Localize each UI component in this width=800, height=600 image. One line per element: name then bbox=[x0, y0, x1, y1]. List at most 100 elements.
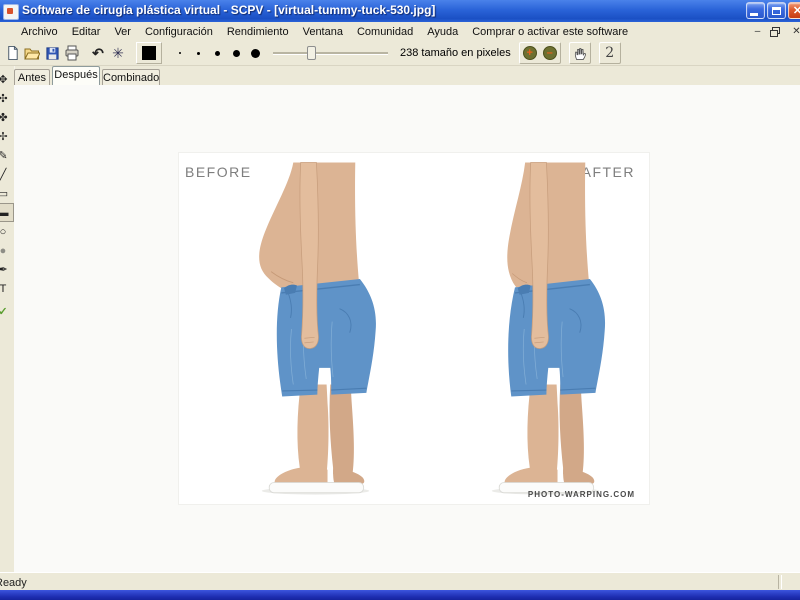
numeral-2-icon: 2 bbox=[605, 45, 615, 61]
tab-despues[interactable]: Después bbox=[52, 66, 100, 85]
warp-spread-tool[interactable]: ✣ bbox=[0, 89, 14, 108]
rectangle-filled-icon: ▬ bbox=[0, 207, 9, 219]
application-window: Software de cirugía plástica virtual - S… bbox=[0, 0, 800, 600]
editor-content: BEFORE AFTER PHOTO-WARPING.COM bbox=[14, 85, 800, 572]
app-icon bbox=[3, 4, 19, 20]
menu-ayuda[interactable]: Ayuda bbox=[420, 24, 465, 40]
zoom-out-icon: – bbox=[542, 46, 557, 60]
rectangle-filled-tool[interactable]: ▬ bbox=[0, 203, 14, 222]
new-file-button[interactable] bbox=[2, 43, 22, 63]
size-slider[interactable] bbox=[273, 43, 388, 63]
warp-move-icon: ✥ bbox=[0, 73, 8, 86]
printer-icon bbox=[65, 45, 79, 61]
text-tool[interactable]: T bbox=[0, 279, 14, 298]
pencil-tool[interactable]: ✎ bbox=[0, 146, 14, 165]
status-ridge bbox=[778, 575, 782, 589]
tab-combinado[interactable]: Combinado bbox=[102, 69, 160, 85]
side-tool-strip: ✥ ✣ ✤ ✢ ✎ ╱ ▭ ▬ ○ ● ✒ T ✓ bbox=[0, 66, 15, 572]
mdi-minimize-icon: – bbox=[754, 26, 761, 37]
zoom-in-button[interactable]: + bbox=[520, 43, 540, 63]
brightness-star-button[interactable]: ✳ bbox=[108, 43, 128, 63]
slider-track bbox=[273, 52, 388, 55]
menu-archivo[interactable]: Archivo bbox=[14, 24, 65, 40]
brush-size-1-button[interactable] bbox=[170, 43, 189, 63]
warp-shift-tool[interactable]: ✢ bbox=[0, 127, 14, 146]
image-canvas[interactable]: BEFORE AFTER PHOTO-WARPING.COM bbox=[178, 152, 650, 505]
photo-warping-watermark: PHOTO-WARPING.COM bbox=[527, 490, 635, 499]
maximize-button[interactable] bbox=[767, 2, 786, 19]
menu-editar[interactable]: Editar bbox=[65, 24, 108, 40]
menu-ver[interactable]: Ver bbox=[107, 24, 138, 40]
window-bottom-border bbox=[0, 590, 800, 600]
open-file-button[interactable] bbox=[22, 43, 42, 63]
after-figure bbox=[491, 162, 606, 495]
brush-dot-icon bbox=[178, 52, 181, 54]
brush-dot-icon bbox=[215, 50, 220, 56]
brush-size-4-button[interactable] bbox=[227, 43, 246, 63]
minimize-button[interactable] bbox=[746, 2, 765, 19]
brush-size-2-button[interactable] bbox=[189, 43, 208, 63]
menu-ventana[interactable]: Ventana bbox=[296, 24, 350, 40]
apply-check-tool[interactable]: ✓ bbox=[0, 302, 14, 321]
ellipse-filled-tool[interactable]: ● bbox=[0, 241, 14, 260]
open-folder-icon bbox=[24, 48, 40, 60]
hand-icon bbox=[575, 48, 587, 60]
warp-shrink-tool[interactable]: ✤ bbox=[0, 108, 14, 127]
tab-antes[interactable]: Antes bbox=[14, 69, 50, 85]
print-button[interactable] bbox=[62, 43, 82, 63]
mdi-restore-icon bbox=[769, 26, 780, 37]
menu-comprar-activar[interactable]: Comprar o activar este software bbox=[465, 24, 635, 40]
rectangle-icon: ▭ bbox=[0, 187, 8, 200]
warp-shrink-icon: ✤ bbox=[0, 111, 8, 124]
star-icon: ✳ bbox=[112, 45, 124, 61]
brush-dot-icon bbox=[233, 49, 240, 57]
brush-size-3-button[interactable] bbox=[208, 43, 227, 63]
mdi-minimize-button[interactable]: – bbox=[750, 25, 765, 38]
slider-thumb[interactable] bbox=[307, 46, 316, 60]
tool-2-button[interactable]: 2 bbox=[600, 43, 620, 63]
title-bar: Software de cirugía plástica virtual - S… bbox=[0, 0, 800, 22]
pan-hand-button[interactable] bbox=[570, 43, 590, 63]
warp-move-tool[interactable]: ✥ bbox=[0, 70, 14, 89]
line-tool[interactable]: ╱ bbox=[0, 165, 14, 184]
text-tool-icon: T bbox=[0, 282, 7, 295]
mdi-close-button[interactable]: ✕ bbox=[789, 25, 800, 38]
save-floppy-icon bbox=[45, 46, 59, 60]
zoom-out-button[interactable]: – bbox=[540, 43, 560, 63]
pencil-icon: ✎ bbox=[0, 149, 8, 162]
ellipse-filled-icon: ● bbox=[0, 244, 7, 257]
line-icon: ╱ bbox=[0, 169, 7, 181]
size-in-pixels-label: 238 tamaño en pixeles bbox=[400, 47, 511, 59]
brush-dot-icon bbox=[251, 48, 260, 58]
status-bar: Ready bbox=[0, 572, 800, 591]
color-swatch-icon bbox=[142, 46, 156, 60]
undo-icon: ↶ bbox=[92, 45, 104, 61]
brush-dot-icon bbox=[197, 51, 200, 55]
menu-comunidad[interactable]: Comunidad bbox=[350, 24, 420, 40]
undo-button[interactable]: ↶ bbox=[88, 43, 108, 63]
close-icon: ✕ bbox=[792, 5, 800, 17]
save-button[interactable] bbox=[42, 43, 62, 63]
new-file-icon bbox=[7, 45, 18, 61]
warp-shift-icon: ✢ bbox=[0, 130, 8, 143]
mdi-close-icon: ✕ bbox=[792, 26, 800, 37]
check-icon: ✓ bbox=[0, 305, 8, 318]
pen-tool[interactable]: ✒ bbox=[0, 260, 14, 279]
mdi-restore-button[interactable] bbox=[767, 25, 782, 38]
menu-configuracion[interactable]: Configuración bbox=[138, 24, 220, 40]
color-swatch-button[interactable] bbox=[136, 42, 162, 64]
ellipse-tool[interactable]: ○ bbox=[0, 222, 14, 241]
close-button[interactable]: ✕ bbox=[788, 2, 800, 19]
warp-spread-icon: ✣ bbox=[0, 92, 8, 105]
pen-icon: ✒ bbox=[0, 263, 8, 276]
minimize-icon bbox=[749, 12, 758, 16]
main-toolbar: ↶ ✳ 238 tamaño en pixeles + – 2 bbox=[0, 41, 800, 66]
menu-rendimiento[interactable]: Rendimiento bbox=[220, 24, 296, 40]
status-text: Ready bbox=[0, 577, 27, 589]
rectangle-tool[interactable]: ▭ bbox=[0, 184, 14, 203]
menu-bar: Archivo Editar Ver Configuración Rendimi… bbox=[0, 22, 800, 41]
window-title: Software de cirugía plástica virtual - S… bbox=[22, 3, 436, 17]
maximize-icon bbox=[772, 6, 781, 15]
zoom-in-icon: + bbox=[522, 46, 537, 60]
brush-size-5-button[interactable] bbox=[246, 43, 265, 63]
